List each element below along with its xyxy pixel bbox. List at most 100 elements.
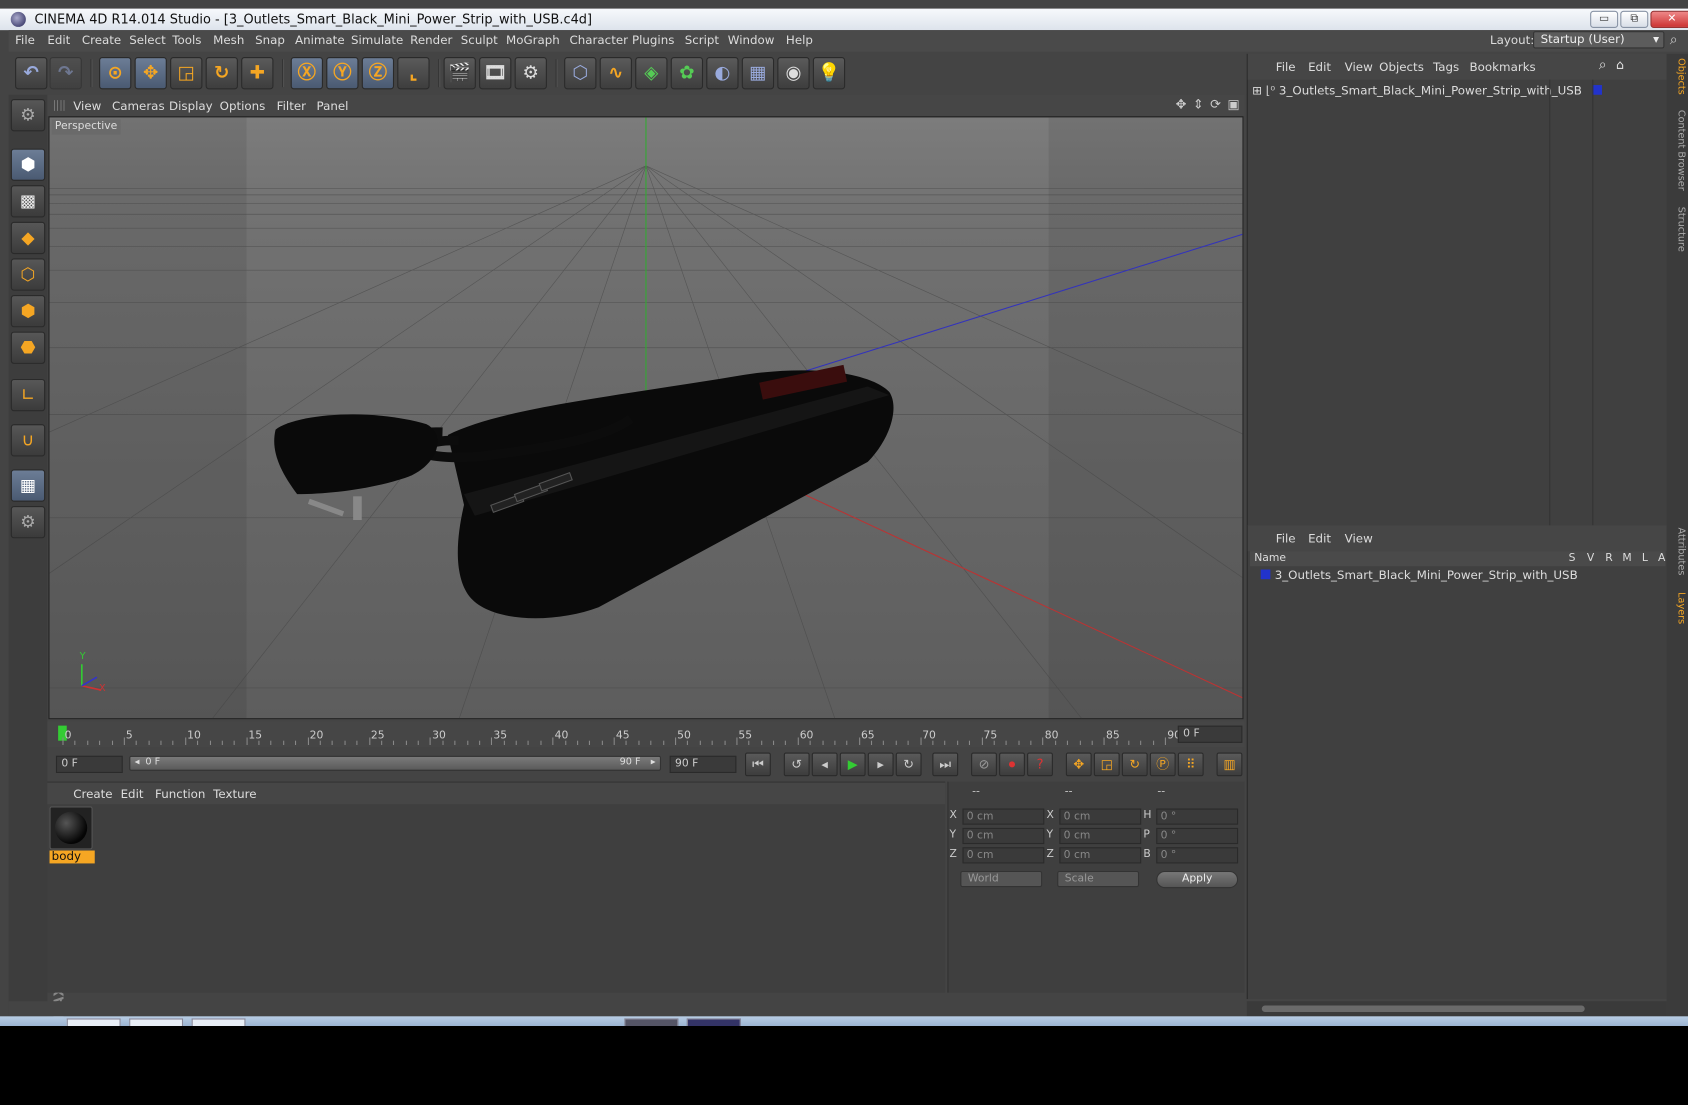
previous-key-button[interactable]: ↺ bbox=[783, 752, 810, 777]
viewport-menu-cameras[interactable]: Cameras bbox=[112, 99, 165, 113]
menu-mesh[interactable]: Mesh bbox=[213, 33, 244, 47]
home-icon[interactable]: ⌂ bbox=[1616, 57, 1624, 72]
edges-mode-button[interactable]: ⬢ bbox=[10, 294, 46, 328]
render-view-button[interactable]: 🎬 bbox=[443, 57, 476, 90]
material-menu-create[interactable]: Create bbox=[73, 787, 112, 801]
objects-menu-edit[interactable]: Edit bbox=[1308, 60, 1331, 74]
floor-button[interactable]: ▦ bbox=[741, 57, 775, 90]
rotate-view-icon[interactable]: ⟳ bbox=[1210, 97, 1221, 112]
taskbar-item[interactable] bbox=[66, 1018, 121, 1026]
apply-button[interactable]: Apply bbox=[1156, 870, 1239, 889]
3d-viewport[interactable]: Perspective Y X bbox=[48, 116, 1244, 720]
close-button[interactable]: ✕ bbox=[1650, 10, 1688, 28]
objects-menu-file[interactable]: File bbox=[1276, 60, 1296, 74]
next-key-button[interactable]: ↻ bbox=[895, 752, 922, 777]
objects-menu-bookmarks[interactable]: Bookmarks bbox=[1470, 60, 1536, 74]
layer-color-swatch[interactable] bbox=[1260, 569, 1271, 580]
previous-frame-button[interactable]: ◂ bbox=[811, 752, 838, 777]
viewport-menu-view[interactable]: View bbox=[73, 99, 101, 113]
coord-value-field[interactable]: 0 cm bbox=[1059, 847, 1142, 864]
tab-content-browser[interactable]: Content Browser bbox=[1669, 110, 1686, 191]
key-pla-button[interactable]: ⠿ bbox=[1177, 752, 1204, 777]
viewport-menu-filter[interactable]: Filter bbox=[277, 99, 306, 113]
record-keys-off-button[interactable]: ⊘ bbox=[971, 752, 997, 777]
coord-value-field[interactable]: 0 cm bbox=[962, 827, 1045, 845]
key-parameter-button[interactable]: Ⓟ bbox=[1149, 752, 1176, 777]
coord-value-field[interactable]: 0 cm bbox=[1059, 808, 1142, 825]
points-mode-button[interactable]: ⬡ bbox=[10, 258, 46, 291]
record-active-button[interactable]: ⏺ bbox=[999, 752, 1025, 777]
menu-render[interactable]: Render bbox=[410, 33, 452, 47]
subdivision-surface-button[interactable]: ◈ bbox=[635, 57, 668, 90]
taskbar-item[interactable] bbox=[624, 1018, 679, 1026]
z-axis-lock-button[interactable]: Ⓩ bbox=[361, 57, 395, 90]
menu-window[interactable]: Window bbox=[728, 33, 775, 47]
render-settings-button[interactable]: ⚙ bbox=[514, 57, 547, 90]
menu-edit[interactable]: Edit bbox=[47, 33, 70, 47]
key-scale-button[interactable]: ◲ bbox=[1093, 752, 1120, 777]
menu-animate[interactable]: Animate bbox=[295, 33, 345, 47]
start-frame-field[interactable]: 0 F bbox=[55, 755, 123, 773]
workplane-mode-button[interactable]: ◆ bbox=[10, 221, 46, 255]
menu-script[interactable]: Script bbox=[685, 33, 719, 47]
timeline-ruler[interactable]: 0 5 10 15 20 25 30 35 40 45 50 55 60 65 70 75 80 85 90 bbox=[47, 721, 1245, 748]
menu-character[interactable]: Character bbox=[570, 33, 628, 47]
frame-range-slider[interactable]: ◂ 0 F 90 F ▸ bbox=[129, 755, 662, 771]
current-frame-field[interactable]: 0 F bbox=[1177, 725, 1243, 743]
add-tool[interactable]: ✚ bbox=[241, 57, 274, 90]
timeline-window-button[interactable]: ▥ bbox=[1216, 752, 1243, 777]
layer-horizontal-scrollbar[interactable] bbox=[1246, 1001, 1667, 1017]
coord-value-field[interactable]: 0 cm bbox=[962, 847, 1045, 864]
tab-attributes[interactable]: Attributes bbox=[1669, 528, 1686, 576]
axis-mode-button[interactable]: ∟ bbox=[10, 378, 46, 412]
coord-mode-select[interactable]: World bbox=[960, 870, 1043, 888]
coord-value-field[interactable]: 0 ° bbox=[1156, 808, 1239, 825]
taskbar-item[interactable] bbox=[129, 1018, 184, 1026]
menu-help[interactable]: Help bbox=[786, 33, 813, 47]
workplane-lock-button[interactable]: ▦ bbox=[10, 469, 46, 502]
live-selection-tool[interactable]: ⊙ bbox=[99, 57, 132, 90]
move-tool[interactable]: ✥ bbox=[134, 57, 167, 90]
expand-icon[interactable]: ⊞ bbox=[1252, 84, 1262, 98]
autokey-button[interactable]: ? bbox=[1027, 752, 1053, 777]
end-frame-field[interactable]: 90 F bbox=[669, 755, 737, 773]
menu-file[interactable]: File bbox=[15, 33, 35, 47]
y-axis-lock-button[interactable]: Ⓨ bbox=[326, 57, 359, 90]
undo-button[interactable]: ↶ bbox=[15, 57, 48, 90]
menu-tools[interactable]: Tools bbox=[172, 33, 201, 47]
restore-button[interactable]: ⧉ bbox=[1620, 10, 1649, 28]
layers-menu-view[interactable]: View bbox=[1345, 532, 1373, 546]
layers-menu-file[interactable]: File bbox=[1276, 532, 1296, 546]
scrollbar-thumb[interactable] bbox=[1261, 1005, 1585, 1013]
make-editable-button[interactable]: ⚙ bbox=[10, 99, 46, 132]
material-menu-edit[interactable]: Edit bbox=[121, 787, 144, 801]
magnet-tool-button[interactable]: ∪ bbox=[10, 424, 46, 457]
menu-mograph[interactable]: MoGraph bbox=[506, 33, 560, 47]
coord-value-field[interactable]: 0 ° bbox=[1156, 827, 1239, 845]
menu-snap[interactable]: Snap bbox=[255, 33, 285, 47]
coord-value-field[interactable]: 0 cm bbox=[1059, 827, 1142, 845]
material-swatch[interactable]: body bbox=[49, 806, 95, 864]
viewport-menu-panel[interactable]: Panel bbox=[317, 99, 349, 113]
objects-menu-objects[interactable]: Objects bbox=[1379, 60, 1424, 74]
minimize-button[interactable]: ▭ bbox=[1590, 10, 1619, 28]
polygons-mode-button[interactable]: ⬣ bbox=[10, 331, 46, 364]
go-to-end-button[interactable]: ⏭ bbox=[932, 752, 959, 777]
model-mode-button[interactable]: ⬢ bbox=[10, 148, 46, 181]
taskbar-item[interactable] bbox=[191, 1018, 246, 1026]
layer-row[interactable]: 3_Outlets_Smart_Black_Mini_Power_Strip_w… bbox=[1260, 568, 1578, 582]
go-to-start-button[interactable]: ⏮ bbox=[745, 752, 771, 777]
pan-view-icon[interactable]: ✥ bbox=[1176, 97, 1187, 112]
deformer-button[interactable]: ◐ bbox=[706, 57, 739, 90]
play-button[interactable]: ▶ bbox=[839, 752, 866, 777]
cube-primitive-button[interactable]: ⬡ bbox=[564, 57, 597, 90]
layers-menu-edit[interactable]: Edit bbox=[1308, 532, 1331, 546]
camera-button[interactable]: ◉ bbox=[777, 57, 810, 90]
rotate-tool[interactable]: ↻ bbox=[205, 57, 238, 90]
snap-button[interactable]: ⚙ bbox=[10, 506, 46, 539]
viewport-menu-display[interactable]: Display bbox=[169, 99, 213, 113]
x-axis-lock-button[interactable]: Ⓧ bbox=[290, 57, 323, 90]
taskbar-item[interactable] bbox=[686, 1018, 741, 1026]
redo-button[interactable]: ↷ bbox=[49, 57, 82, 90]
objects-menu-view[interactable]: View bbox=[1345, 60, 1373, 74]
